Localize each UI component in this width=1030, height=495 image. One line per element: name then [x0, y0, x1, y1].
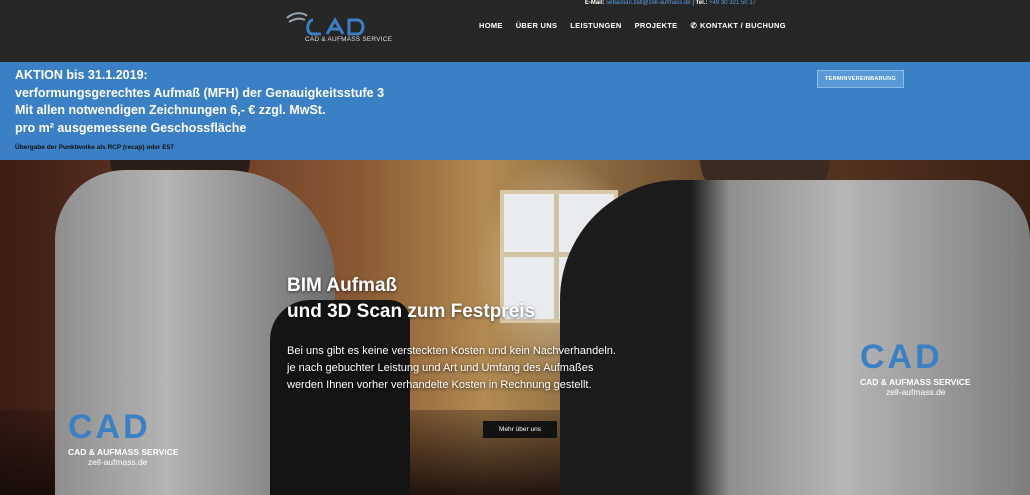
- jacket-left-mark: CAD: [68, 408, 151, 446]
- hero-text-line: Bei uns gibt es keine versteckten Kosten…: [287, 345, 616, 357]
- nav-leistungen[interactable]: LEISTUNGEN: [570, 21, 621, 30]
- promo-line: AKTION bis 31.1.2019:: [15, 68, 148, 82]
- promo-note: Übergabe der Punktwolke als RCP (recap) …: [15, 144, 174, 151]
- nav-ueber-uns[interactable]: ÜBER UNS: [516, 21, 558, 30]
- promo-text: AKTION bis 31.1.2019: verformungsgerecht…: [15, 67, 384, 137]
- jacket-left-line1: CAD & AUFMASS SERVICE: [68, 447, 179, 457]
- main-nav: HOME ÜBER UNS LEISTUNGEN PROJEKTE ✆ KONTA…: [479, 21, 786, 30]
- hero-section: CAD CAD & AUFMASS SERVICE zell-aufmass.d…: [0, 160, 1030, 495]
- hero-title: BIM Aufmaß und 3D Scan zum Festpreis: [287, 273, 535, 325]
- email-link[interactable]: sebastian.zell@zell-aufmass.de: [606, 0, 690, 6]
- jacket-left-line2: zell-aufmass.de: [88, 457, 148, 467]
- tel-link[interactable]: +49 30 321 50 17: [709, 0, 756, 6]
- promo-line: Mit allen notwendigen Zeichnungen 6,- € …: [15, 103, 326, 117]
- terminvereinbarung-button[interactable]: TERMINVEREINBARUNG: [817, 70, 904, 88]
- jacket-logo-right: CAD CAD & AUFMASS SERVICE zell-aufmass.d…: [860, 338, 971, 397]
- promo-line: pro m² ausgemessene Geschossfläche: [15, 120, 247, 135]
- mehr-ueber-uns-button[interactable]: Mehr über uns: [483, 421, 557, 438]
- phone-icon: ✆: [690, 21, 698, 30]
- email-label: E-Mail:: [584, 0, 605, 6]
- promo-line: verformungsgerechtes Aufmaß (MFH) der Ge…: [15, 85, 385, 100]
- nav-home[interactable]: HOME: [479, 21, 503, 30]
- hero-title-line2: und 3D Scan zum Festpreis: [287, 301, 536, 322]
- logo-subtitle: CAD & AUFMASS SERVICE: [305, 36, 393, 43]
- hero-text-line: je nach gebuchter Leistung und Art und U…: [287, 362, 594, 374]
- promo-banner: AKTION bis 31.1.2019: verformungsgerecht…: [0, 62, 1030, 160]
- hero-description: Bei uns gibt es keine versteckten Kosten…: [287, 343, 616, 394]
- nav-projekte[interactable]: PROJEKTE: [635, 21, 678, 30]
- contact-topbar: E-Mail: sebastian.zell@zell-aufmass.de |…: [585, 0, 756, 6]
- jacket-right-mark: CAD: [860, 338, 943, 376]
- jacket-right-line1: CAD & AUFMASS SERVICE: [860, 377, 971, 387]
- nav-kontakt-buchung[interactable]: ✆ KONTAKT / BUCHUNG: [690, 21, 785, 30]
- hero-title-line1: BIM Aufmaß: [287, 275, 398, 296]
- site-header: E-Mail: sebastian.zell@zell-aufmass.de |…: [0, 0, 1030, 62]
- nav-kontakt-label: KONTAKT / BUCHUNG: [700, 21, 786, 30]
- jacket-logo-left: CAD CAD & AUFMASS SERVICE zell-aufmass.d…: [68, 408, 179, 467]
- person-left-arm: [270, 300, 410, 495]
- hero-text-line: werden Ihnen vorher verhandelte Kosten i…: [287, 379, 592, 391]
- tel-label: Tel.:: [695, 0, 708, 6]
- jacket-right-line2: zell-aufmass.de: [886, 387, 946, 397]
